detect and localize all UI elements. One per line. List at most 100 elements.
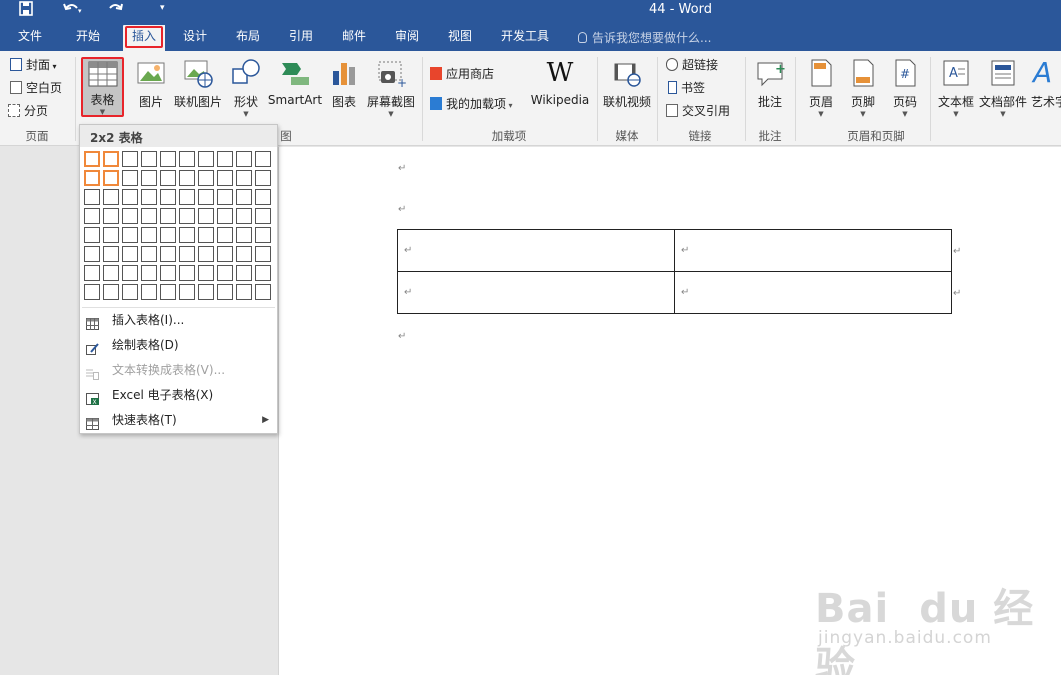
- footer-button[interactable]: 页脚 ▼: [846, 53, 880, 123]
- table-grid-cell[interactable]: [236, 208, 252, 224]
- excel-spreadsheet-menu-item[interactable]: X Excel 电子表格(X): [80, 383, 277, 407]
- tab-home[interactable]: 开始: [68, 27, 108, 51]
- table-grid-cell[interactable]: [160, 284, 176, 300]
- table-grid-cell[interactable]: [141, 227, 157, 243]
- shapes-button[interactable]: 形状 ▼: [229, 53, 263, 123]
- table-grid-cell[interactable]: [103, 170, 119, 186]
- tab-view[interactable]: 视图: [440, 27, 480, 51]
- table-grid-cell[interactable]: [160, 208, 176, 224]
- smartart-button[interactable]: SmartArt: [267, 53, 323, 123]
- wikipedia-button[interactable]: W Wikipedia: [530, 53, 590, 123]
- table-grid-cell[interactable]: [160, 151, 176, 167]
- table-grid-cell[interactable]: [217, 246, 233, 262]
- table-grid-cell[interactable]: [179, 208, 195, 224]
- bookmark-button[interactable]: 书签: [668, 78, 705, 98]
- table-grid-cell[interactable]: [179, 246, 195, 262]
- table-grid-cell[interactable]: [236, 246, 252, 262]
- table-grid-cell[interactable]: [198, 189, 214, 205]
- quick-tables-menu-item[interactable]: 快速表格(T) ▶: [80, 408, 277, 432]
- table-grid-cell[interactable]: [255, 284, 271, 300]
- table-grid-cell[interactable]: [103, 246, 119, 262]
- table-grid-cell[interactable]: [122, 151, 138, 167]
- table-grid-cell[interactable]: [236, 265, 252, 281]
- table-grid-cell[interactable]: [179, 189, 195, 205]
- table-grid-cell[interactable]: [84, 246, 100, 262]
- table-grid-cell[interactable]: [141, 208, 157, 224]
- table-grid-cell[interactable]: [236, 189, 252, 205]
- table-grid-cell[interactable]: [179, 151, 195, 167]
- textbox-button[interactable]: A 文本框 ▼: [936, 53, 976, 123]
- table-grid-cell[interactable]: [255, 189, 271, 205]
- table-grid-cell[interactable]: [179, 284, 195, 300]
- cover-page-button[interactable]: 封面 ▾: [10, 55, 57, 75]
- table-grid-cell[interactable]: [198, 227, 214, 243]
- table-grid-cell[interactable]: [255, 151, 271, 167]
- table-grid-cell[interactable]: [217, 189, 233, 205]
- table-grid-cell[interactable]: [103, 284, 119, 300]
- tab-review[interactable]: 审阅: [387, 27, 427, 51]
- hyperlink-button[interactable]: 超链接: [666, 55, 718, 75]
- store-button[interactable]: 应用商店: [430, 64, 494, 84]
- table-grid-cell[interactable]: [84, 151, 100, 167]
- table-grid-cell[interactable]: [141, 170, 157, 186]
- table-grid-cell[interactable]: [103, 265, 119, 281]
- table-grid-cell[interactable]: [179, 265, 195, 281]
- table-grid-cell[interactable]: [103, 189, 119, 205]
- table-grid-cell[interactable]: [141, 151, 157, 167]
- tab-insert[interactable]: 插入: [123, 25, 165, 51]
- table-grid-cell[interactable]: [255, 170, 271, 186]
- table-grid-cell[interactable]: [84, 265, 100, 281]
- table-cell[interactable]: ↵: [397, 229, 675, 272]
- table-grid-cell[interactable]: [198, 265, 214, 281]
- table-cell[interactable]: ↵: [397, 271, 675, 314]
- page-number-button[interactable]: # 页码 ▼: [888, 53, 922, 123]
- tab-developer[interactable]: 开发工具: [494, 27, 556, 51]
- table-grid-cell[interactable]: [141, 189, 157, 205]
- my-addins-button[interactable]: 我的加载项 ▾: [430, 94, 513, 114]
- quick-parts-button[interactable]: 文档部件 ▼: [978, 53, 1028, 123]
- insert-table-menu-item[interactable]: 插入表格(I)...: [80, 308, 277, 332]
- table-grid-cell[interactable]: [141, 265, 157, 281]
- table-grid-cell[interactable]: [122, 189, 138, 205]
- table-grid-cell[interactable]: [122, 246, 138, 262]
- draw-table-menu-item[interactable]: 绘制表格(D): [80, 333, 277, 357]
- table-grid-cell[interactable]: [160, 246, 176, 262]
- table-grid-cell[interactable]: [198, 151, 214, 167]
- page-break-button[interactable]: 分页: [8, 101, 48, 121]
- tab-file[interactable]: 文件: [10, 27, 50, 51]
- table-grid-cell[interactable]: [84, 189, 100, 205]
- tell-me-box[interactable]: 告诉我您想要做什么...: [578, 29, 711, 46]
- table-grid-cell[interactable]: [103, 208, 119, 224]
- table-grid-cell[interactable]: [217, 151, 233, 167]
- table-grid-cell[interactable]: [236, 170, 252, 186]
- table-grid-cell[interactable]: [160, 189, 176, 205]
- table-grid-cell[interactable]: [122, 284, 138, 300]
- tab-references[interactable]: 引用: [281, 27, 321, 51]
- screenshot-button[interactable]: + 屏幕截图 ▼: [364, 53, 418, 123]
- table-grid-cell[interactable]: [198, 208, 214, 224]
- table-grid-cell[interactable]: [84, 284, 100, 300]
- tab-layout[interactable]: 布局: [228, 27, 268, 51]
- table-grid-cell[interactable]: [84, 227, 100, 243]
- picture-button[interactable]: 图片: [134, 53, 168, 123]
- tab-mailings[interactable]: 邮件: [334, 27, 374, 51]
- table-grid-cell[interactable]: [217, 208, 233, 224]
- table-grid-cell[interactable]: [255, 227, 271, 243]
- header-button[interactable]: 页眉 ▼: [804, 53, 838, 123]
- online-video-button[interactable]: 联机视频: [601, 53, 653, 123]
- table-grid-cell[interactable]: [198, 170, 214, 186]
- table-grid-cell[interactable]: [236, 227, 252, 243]
- table-grid-cell[interactable]: [160, 265, 176, 281]
- cross-reference-button[interactable]: 交叉引用: [666, 101, 730, 121]
- table-grid-cell[interactable]: [255, 265, 271, 281]
- table-grid-cell[interactable]: [103, 151, 119, 167]
- table-grid-cell[interactable]: [160, 227, 176, 243]
- blank-page-button[interactable]: 空白页: [10, 78, 62, 98]
- table-grid-cell[interactable]: [217, 265, 233, 281]
- table-grid-cell[interactable]: [217, 227, 233, 243]
- table-cell[interactable]: ↵: [674, 229, 952, 272]
- comment-button[interactable]: + 批注: [750, 53, 790, 123]
- table-grid-cell[interactable]: [236, 151, 252, 167]
- table-grid-cell[interactable]: [255, 246, 271, 262]
- table-grid-cell[interactable]: [103, 227, 119, 243]
